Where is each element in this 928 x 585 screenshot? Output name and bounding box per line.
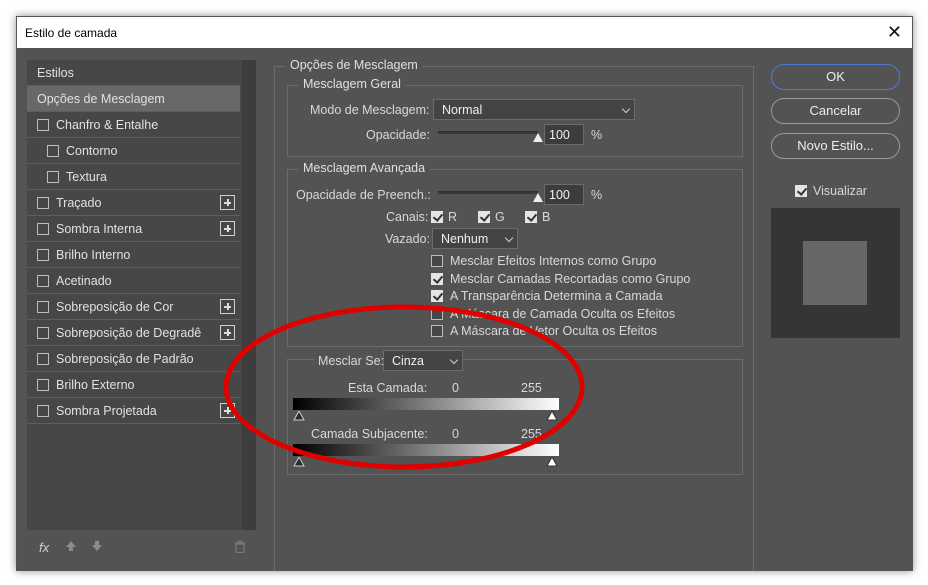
style-item-12[interactable]: Sombra Projetada [27, 398, 240, 424]
fill-opacity-slider-track[interactable] [438, 191, 538, 194]
title-bar: Estilo de camada ✕ [17, 17, 912, 48]
blend-mode-label: Modo de Mesclagem: [310, 103, 430, 117]
style-item-label: Contorno [66, 144, 118, 158]
new-style-button[interactable]: Novo Estilo... [771, 133, 900, 159]
opacity-slider-thumb[interactable] [533, 133, 543, 142]
arrow-down-icon[interactable] [91, 540, 103, 555]
style-item-4[interactable]: Traçado [27, 190, 240, 216]
opacity-value: 100 [549, 128, 570, 142]
cancel-button[interactable]: Cancelar [771, 98, 900, 124]
channel-label: B [542, 210, 551, 224]
general-blending-title: Mesclagem Geral [298, 77, 406, 91]
fill-opacity-value: 100 [549, 188, 570, 202]
style-item-label: Brilho Interno [56, 248, 131, 262]
advanced-option-label-1: Mesclar Camadas Recortadas como Grupo [450, 271, 691, 286]
blend-mode-value: Normal [442, 103, 483, 117]
styles-list-footer: fx [27, 530, 256, 566]
blend-mode-select[interactable]: Normal [433, 99, 635, 120]
style-item-checkbox[interactable] [37, 223, 49, 235]
style-item-checkbox[interactable] [37, 327, 49, 339]
style-preview [771, 208, 900, 338]
style-item-label: Acetinado [56, 274, 112, 288]
style-item-checkbox[interactable] [37, 353, 49, 365]
channel-label: G [495, 210, 505, 224]
channels-label: Canais: [386, 210, 429, 224]
fill-opacity-input[interactable]: 100 [544, 184, 584, 205]
red-annotation-ellipse [223, 304, 585, 470]
style-item-0[interactable]: Opções de Mesclagem [27, 86, 240, 112]
advanced-option-checkbox-1[interactable] [431, 272, 443, 285]
general-blending-group: Mesclagem Geral Modo de Mesclagem: Norma… [287, 77, 743, 157]
style-item-6[interactable]: Brilho Interno [27, 242, 240, 268]
style-item-label: Textura [66, 170, 107, 184]
fill-opacity-label: Opacidade de Preench.: [296, 188, 431, 202]
style-item-label: Sobreposição de Degradê [56, 326, 202, 340]
style-item-label: Brilho Externo [56, 378, 135, 392]
channel-checkbox-r[interactable] [431, 211, 443, 223]
style-item-checkbox[interactable] [37, 301, 49, 313]
opacity-slider-track[interactable] [438, 131, 538, 134]
advanced-option-checkbox-0[interactable] [431, 255, 443, 267]
channel-checkbox-g[interactable] [478, 211, 490, 223]
style-item-checkbox[interactable] [47, 171, 59, 183]
advanced-option-label-2: A Transparência Determina a Camada [450, 289, 663, 303]
style-item-checkbox[interactable] [37, 379, 49, 391]
style-item-10[interactable]: Sobreposição de Padrão [27, 346, 240, 372]
arrow-up-icon[interactable] [65, 540, 77, 555]
layer-style-dialog: Estilo de camada ✕ Estilos Opções de Mes… [16, 16, 913, 571]
channel-checkbox-b[interactable] [525, 211, 537, 223]
fx-icon[interactable]: fx [39, 540, 49, 555]
blending-options-title: Opções de Mesclagem [285, 58, 423, 72]
window-title: Estilo de camada [25, 26, 118, 40]
style-item-label: Traçado [56, 196, 102, 210]
style-item-checkbox[interactable] [37, 405, 49, 417]
style-item-label: Sobreposição de Cor [56, 300, 174, 314]
style-item-label: Chanfro & Entalhe [56, 118, 159, 132]
opacity-unit: % [591, 128, 603, 142]
knockout-select[interactable]: Nenhum [432, 228, 518, 249]
style-item-checkbox[interactable] [37, 275, 49, 287]
style-item-1[interactable]: Chanfro & Entalhe [27, 112, 240, 138]
style-item-label: Sobreposição de Padrão [56, 352, 194, 366]
knockout-label: Vazado: [385, 232, 430, 246]
advanced-option-checkbox-2[interactable] [431, 290, 443, 302]
style-item-label: Opções de Mesclagem [37, 92, 165, 106]
ok-button[interactable]: OK [771, 64, 900, 90]
preview-checkbox[interactable] [795, 185, 807, 197]
style-item-11[interactable]: Brilho Externo [27, 372, 240, 398]
chevron-down-icon [621, 104, 631, 114]
style-item-checkbox[interactable] [37, 119, 49, 131]
knockout-value: Nenhum [441, 232, 489, 246]
trash-icon[interactable] [234, 540, 246, 556]
fill-opacity-unit: % [591, 188, 603, 202]
preview-label: Visualizar [813, 184, 867, 198]
style-item-3[interactable]: Textura [27, 164, 240, 190]
style-item-5[interactable]: Sombra Interna [27, 216, 240, 242]
style-item-7[interactable]: Acetinado [27, 268, 240, 294]
styles-header-label: Estilos [37, 66, 74, 80]
add-effect-plus-icon[interactable] [220, 221, 235, 236]
channel-label: R [448, 210, 458, 224]
style-item-checkbox[interactable] [37, 197, 49, 209]
opacity-input[interactable]: 100 [544, 124, 584, 145]
styles-header[interactable]: Estilos [27, 60, 240, 86]
style-item-2[interactable]: Contorno [27, 138, 240, 164]
style-item-8[interactable]: Sobreposição de Cor [27, 294, 240, 320]
opacity-label: Opacidade: [366, 128, 430, 142]
fill-opacity-slider-thumb[interactable] [533, 193, 543, 202]
style-item-label: Sombra Projetada [56, 404, 157, 418]
style-item-checkbox[interactable] [47, 145, 59, 157]
preview-swatch [803, 241, 867, 305]
add-effect-plus-icon[interactable] [220, 195, 235, 210]
chevron-down-icon [504, 233, 514, 243]
advanced-option-label-0: Mesclar Efeitos Internos como Grupo [450, 254, 657, 268]
style-item-checkbox[interactable] [37, 249, 49, 261]
style-item-9[interactable]: Sobreposição de Degradê [27, 320, 240, 346]
style-item-label: Sombra Interna [56, 222, 143, 236]
close-icon[interactable]: ✕ [887, 21, 902, 43]
advanced-blending-title: Mesclagem Avançada [298, 161, 431, 175]
